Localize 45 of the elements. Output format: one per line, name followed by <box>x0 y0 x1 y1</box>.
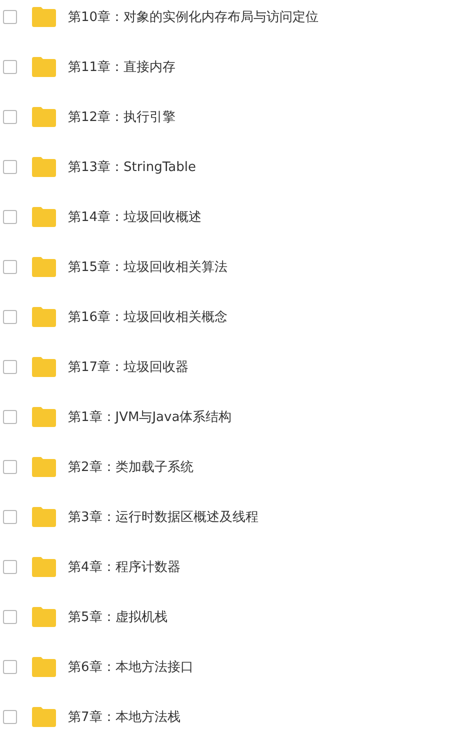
folder-name[interactable]: 第15章：垃圾回收相关算法 <box>68 258 228 276</box>
checkbox[interactable] <box>3 60 17 74</box>
folder-icon <box>31 556 57 578</box>
checkbox[interactable] <box>3 310 17 324</box>
folder-name[interactable]: 第16章：垃圾回收相关概念 <box>68 308 228 326</box>
folder-name[interactable]: 第1章：JVM与Java体系结构 <box>68 408 232 426</box>
checkbox[interactable] <box>3 360 17 374</box>
checkbox[interactable] <box>3 560 17 574</box>
folder-icon <box>31 6 57 28</box>
folder-icon <box>31 506 57 528</box>
folder-name[interactable]: 第11章：直接内存 <box>68 58 176 76</box>
folder-icon <box>31 456 57 478</box>
checkbox[interactable] <box>3 410 17 424</box>
folder-icon <box>31 656 57 678</box>
folder-icon <box>31 156 57 178</box>
checkbox[interactable] <box>3 460 17 474</box>
folder-icon <box>31 306 57 328</box>
folder-name[interactable]: 第2章：类加载子系统 <box>68 458 194 476</box>
checkbox[interactable] <box>3 710 17 724</box>
folder-icon <box>31 706 57 728</box>
checkbox[interactable] <box>3 660 17 674</box>
folder-name[interactable]: 第6章：本地方法接口 <box>68 658 194 676</box>
checkbox[interactable] <box>3 160 17 174</box>
folder-name[interactable]: 第17章：垃圾回收器 <box>68 358 189 376</box>
checkbox[interactable] <box>3 610 17 624</box>
folder-name[interactable]: 第14章：垃圾回收概述 <box>68 208 202 226</box>
folder-icon <box>31 406 57 428</box>
folder-icon <box>31 606 57 628</box>
folder-name[interactable]: 第7章：本地方法栈 <box>68 708 180 726</box>
checkbox[interactable] <box>3 10 17 24</box>
checkbox[interactable] <box>3 210 17 224</box>
folder-name[interactable]: 第4章：程序计数器 <box>68 558 180 576</box>
folder-icon <box>31 106 57 128</box>
folder-name[interactable]: 第10章：对象的实例化内存布局与访问定位 <box>68 8 319 26</box>
folder-name[interactable]: 第5章：虚拟机栈 <box>68 608 168 626</box>
checkbox[interactable] <box>3 510 17 524</box>
folder-icon <box>31 56 57 78</box>
checkbox[interactable] <box>3 110 17 124</box>
folder-name[interactable]: 第12章：执行引擎 <box>68 108 176 126</box>
folder-icon <box>31 356 57 378</box>
folder-name[interactable]: 第3章：运行时数据区概述及线程 <box>68 508 258 526</box>
folder-icon <box>31 256 57 278</box>
folder-icon <box>31 206 57 228</box>
checkbox[interactable] <box>3 260 17 274</box>
folder-name[interactable]: 第13章：StringTable <box>68 158 196 176</box>
